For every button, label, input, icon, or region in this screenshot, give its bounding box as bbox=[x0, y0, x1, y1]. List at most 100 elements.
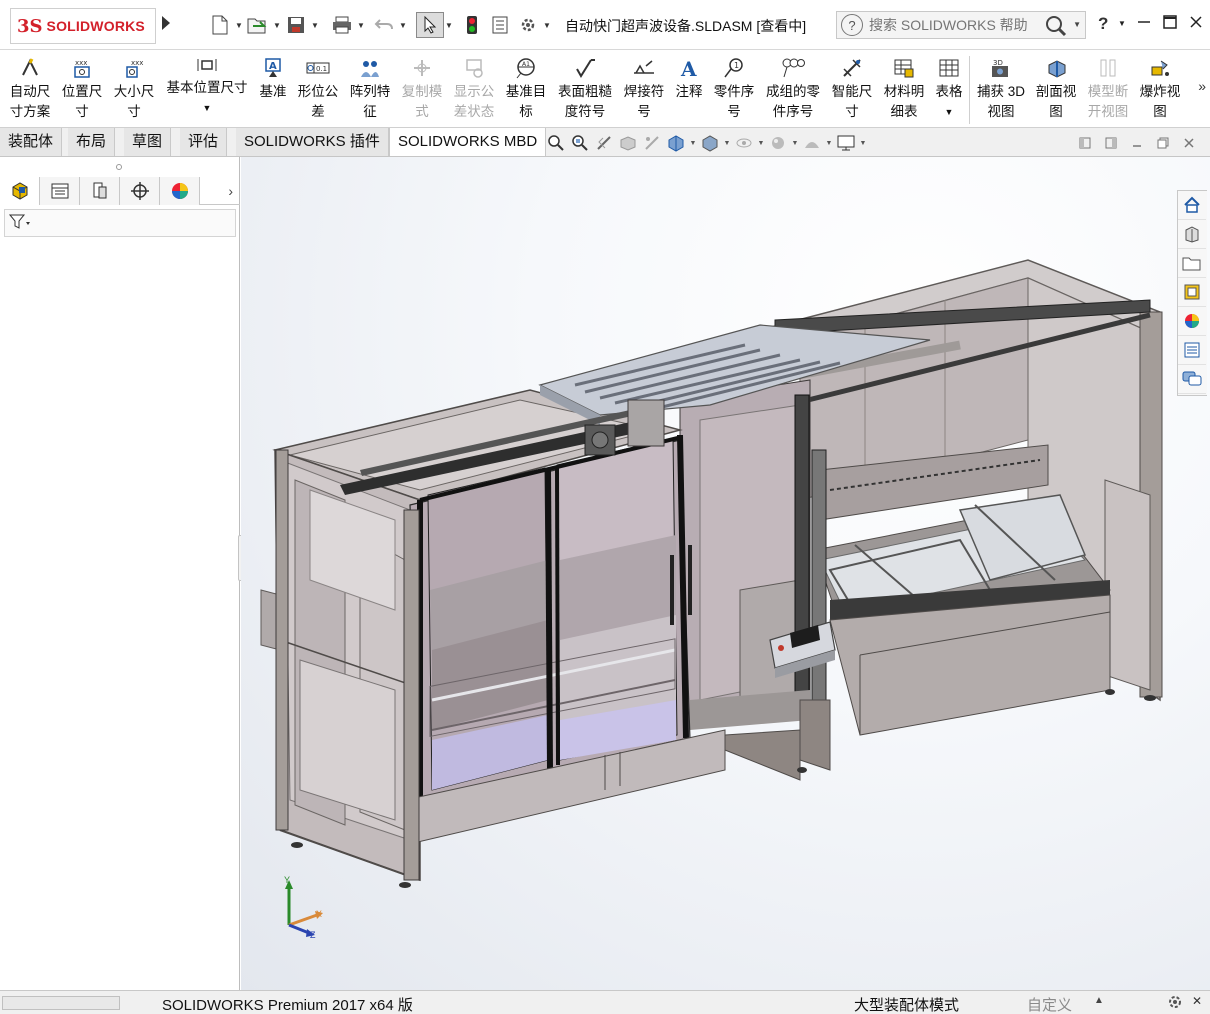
tab-assembly[interactable]: 装配体 bbox=[0, 128, 63, 156]
menu-expand-arrow-icon[interactable] bbox=[162, 16, 170, 30]
help-button[interactable]: ? bbox=[1098, 14, 1108, 34]
tab-solidworks-mbd[interactable]: SOLIDWORKS MBD bbox=[389, 128, 547, 156]
ribbon-button-copy-scheme[interactable]: 复制模 式 bbox=[398, 56, 446, 122]
home-icon[interactable] bbox=[1178, 191, 1206, 220]
ribbon-button-basic-location-dimension[interactable]: 基本位置尺寸 ▼ bbox=[162, 56, 252, 118]
ribbon-button-exploded-view[interactable]: 爆炸视 图 bbox=[1136, 56, 1184, 122]
minimize-icon[interactable] bbox=[1132, 10, 1156, 34]
manager-tabs-more-icon[interactable]: › bbox=[228, 183, 233, 199]
ribbon-button-datum-target[interactable]: A1 基准目 标 bbox=[502, 56, 550, 122]
zoom-to-fit-icon[interactable] bbox=[544, 132, 568, 154]
view-settings-dropdown-icon[interactable]: ▼ bbox=[858, 140, 868, 147]
ribbon-button-note[interactable]: A 注释 bbox=[672, 56, 706, 102]
hide-show-dropdown-icon[interactable]: ▼ bbox=[756, 140, 766, 147]
undo-dropdown-icon[interactable]: ▼ bbox=[398, 12, 408, 38]
assembly-model-render[interactable] bbox=[241, 157, 1210, 990]
search-icon[interactable] bbox=[1045, 15, 1067, 40]
viewport-maximize-icon[interactable] bbox=[1154, 134, 1172, 152]
ribbon-button-smart-dimension[interactable]: 智能尺 寸 bbox=[828, 56, 876, 122]
help-search-box[interactable]: ? ▼ bbox=[836, 11, 1086, 39]
hide-show-items-icon[interactable] bbox=[732, 132, 756, 154]
ribbon-button-table[interactable]: 表格 ▼ bbox=[932, 56, 966, 122]
custom-properties-icon[interactable] bbox=[1178, 336, 1206, 365]
ribbon-button-pattern-feature[interactable]: 阵列特 征 bbox=[346, 56, 394, 122]
ribbon-button-surface-finish[interactable]: 表面粗糙 度符号 bbox=[554, 56, 616, 122]
status-units-dropdown-icon[interactable]: ▲ bbox=[1094, 995, 1104, 1006]
section-view-hud-icon[interactable] bbox=[616, 132, 640, 154]
previous-view-icon[interactable] bbox=[592, 132, 616, 154]
ribbon-button-size-dimension[interactable]: xxx 大小尺 寸 bbox=[110, 56, 158, 122]
view-orientation-icon[interactable] bbox=[664, 132, 688, 154]
ribbon-button-auto-dimension[interactable]: 自动尺 寸方案 bbox=[6, 56, 54, 122]
maximize-icon[interactable] bbox=[1158, 10, 1182, 34]
options-dropdown-icon[interactable]: ▼ bbox=[542, 12, 552, 38]
tab-layout[interactable]: 布局 bbox=[68, 128, 116, 156]
panel-grip-icon[interactable] bbox=[116, 164, 122, 170]
open-dropdown-icon[interactable]: ▼ bbox=[272, 12, 282, 38]
view-settings-icon[interactable] bbox=[834, 132, 858, 154]
design-library-icon[interactable] bbox=[1178, 220, 1206, 249]
table-dropdown-icon[interactable]: ▼ bbox=[932, 102, 966, 122]
ribbon-button-datum[interactable]: A 基准 bbox=[256, 56, 290, 102]
status-custom-units[interactable]: 自定义 bbox=[1027, 994, 1072, 1014]
tab-sketch[interactable]: 草图 bbox=[124, 128, 172, 156]
print-dropdown-icon[interactable]: ▼ bbox=[356, 12, 366, 38]
solidworks-logo[interactable]: 3S SOLIDWORKS bbox=[10, 8, 156, 44]
view-palette-icon[interactable] bbox=[1178, 278, 1206, 307]
ribbon-button-weld-symbol[interactable]: 焊接符 号 bbox=[620, 56, 668, 122]
close-icon[interactable] bbox=[1184, 10, 1208, 34]
file-explorer-icon[interactable] bbox=[1178, 249, 1206, 278]
ribbon-button-section-view[interactable]: 剖面视 图 bbox=[1032, 56, 1080, 122]
property-manager-icon[interactable] bbox=[40, 177, 80, 205]
tab-evaluate[interactable]: 评估 bbox=[180, 128, 228, 156]
ribbon-button-model-break-view[interactable]: 模型断 开视图 bbox=[1084, 56, 1132, 122]
apply-scene-icon[interactable] bbox=[800, 132, 824, 154]
ribbon-more-icon[interactable]: » bbox=[1198, 78, 1206, 94]
save-icon[interactable] bbox=[282, 12, 310, 38]
ribbon-button-show-tolerance-status[interactable]: 显示公 差状态 bbox=[450, 56, 498, 122]
appearances-icon[interactable] bbox=[1178, 307, 1206, 336]
select-dropdown-icon[interactable]: ▼ bbox=[444, 12, 454, 38]
help-question-icon[interactable]: ? bbox=[841, 14, 863, 36]
ribbon-button-bill-of-materials[interactable]: 材料明 细表 bbox=[880, 56, 928, 122]
viewport-minimize-icon[interactable] bbox=[1128, 134, 1146, 152]
display-manager-icon[interactable] bbox=[160, 177, 200, 205]
graphics-area[interactable]: Y X Z bbox=[241, 157, 1210, 990]
search-input[interactable] bbox=[869, 17, 1029, 33]
save-dropdown-icon[interactable]: ▼ bbox=[310, 12, 320, 38]
file-properties-icon[interactable] bbox=[486, 12, 514, 38]
edit-appearance-dropdown-icon[interactable]: ▼ bbox=[790, 140, 800, 147]
new-icon[interactable] bbox=[206, 12, 234, 38]
display-style-dropdown-icon[interactable]: ▼ bbox=[722, 140, 732, 147]
search-dropdown-icon[interactable]: ▼ bbox=[1073, 20, 1081, 29]
undo-icon[interactable] bbox=[370, 12, 398, 38]
ribbon-button-location-dimension[interactable]: xxx 位置尺 寸 bbox=[58, 56, 106, 122]
edit-appearance-icon[interactable] bbox=[766, 132, 790, 154]
ribbon-button-balloon[interactable]: 1 零件序 号 bbox=[710, 56, 758, 122]
filter-icon[interactable] bbox=[8, 214, 31, 233]
basic-location-dropdown-icon[interactable]: ▼ bbox=[162, 98, 252, 118]
help-dropdown-icon[interactable]: ▼ bbox=[1118, 19, 1126, 28]
feature-filter[interactable] bbox=[4, 209, 236, 237]
dimxpert-manager-icon[interactable] bbox=[120, 177, 160, 205]
open-icon[interactable] bbox=[244, 12, 272, 38]
select-icon[interactable] bbox=[416, 12, 444, 38]
new-dropdown-icon[interactable]: ▼ bbox=[234, 12, 244, 38]
forum-icon[interactable] bbox=[1178, 365, 1206, 394]
viewport-restore-right-icon[interactable] bbox=[1102, 134, 1120, 152]
rebuild-status-icon[interactable] bbox=[1166, 994, 1184, 1014]
apply-scene-dropdown-icon[interactable]: ▼ bbox=[824, 140, 834, 147]
options-icon[interactable] bbox=[514, 12, 542, 38]
ribbon-button-stacked-balloon[interactable]: 成组的零 件序号 bbox=[762, 56, 824, 122]
view-orientation-dropdown-icon[interactable]: ▼ bbox=[688, 140, 698, 147]
zoom-to-area-icon[interactable] bbox=[568, 132, 592, 154]
print-icon[interactable] bbox=[328, 12, 356, 38]
tab-solidworks-addins[interactable]: SOLIDWORKS 插件 bbox=[236, 128, 389, 156]
viewport-close-icon[interactable] bbox=[1180, 134, 1198, 152]
viewport-restore-left-icon[interactable] bbox=[1076, 134, 1094, 152]
feature-manager-icon[interactable] bbox=[0, 177, 40, 205]
configuration-manager-icon[interactable] bbox=[80, 177, 120, 205]
rebuild-icon[interactable] bbox=[458, 12, 486, 38]
dynamic-annotation-icon[interactable] bbox=[640, 132, 664, 154]
ribbon-button-geometric-tolerance[interactable]: 0.1 形位公 差 bbox=[294, 56, 342, 122]
